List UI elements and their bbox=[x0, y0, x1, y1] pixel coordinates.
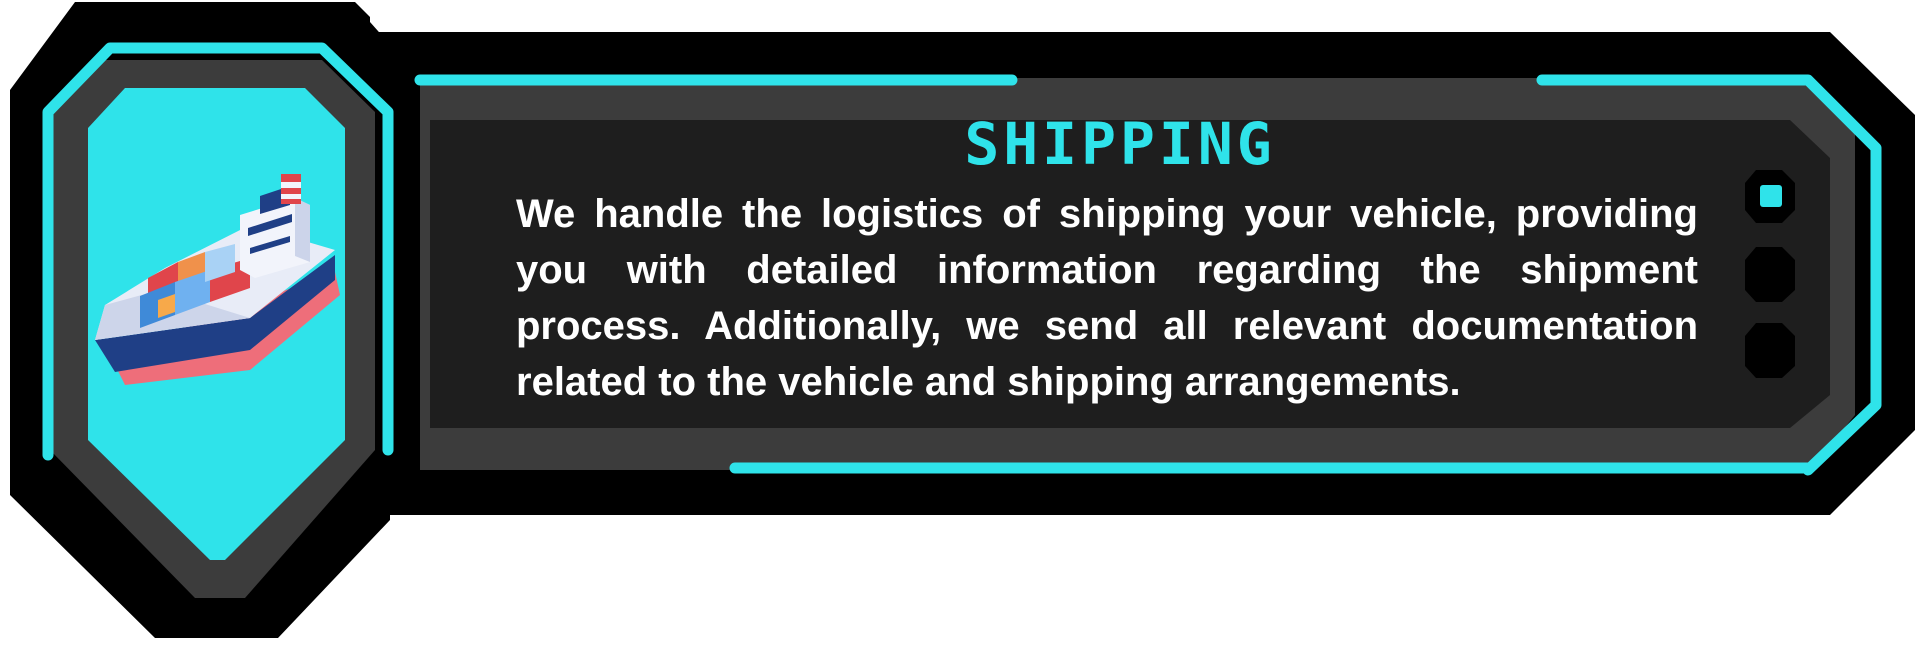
shipping-card: SHIPPING We handle the logistics of ship… bbox=[0, 0, 1922, 647]
pager[interactable] bbox=[1745, 170, 1795, 378]
card-title: SHIPPING bbox=[964, 110, 1276, 178]
pager-dot-1[interactable] bbox=[1745, 170, 1795, 223]
pager-dot-2[interactable] bbox=[1745, 247, 1795, 302]
pager-dot-3[interactable] bbox=[1745, 323, 1795, 378]
card-description: We handle the logistics of shipping your… bbox=[516, 192, 1698, 404]
